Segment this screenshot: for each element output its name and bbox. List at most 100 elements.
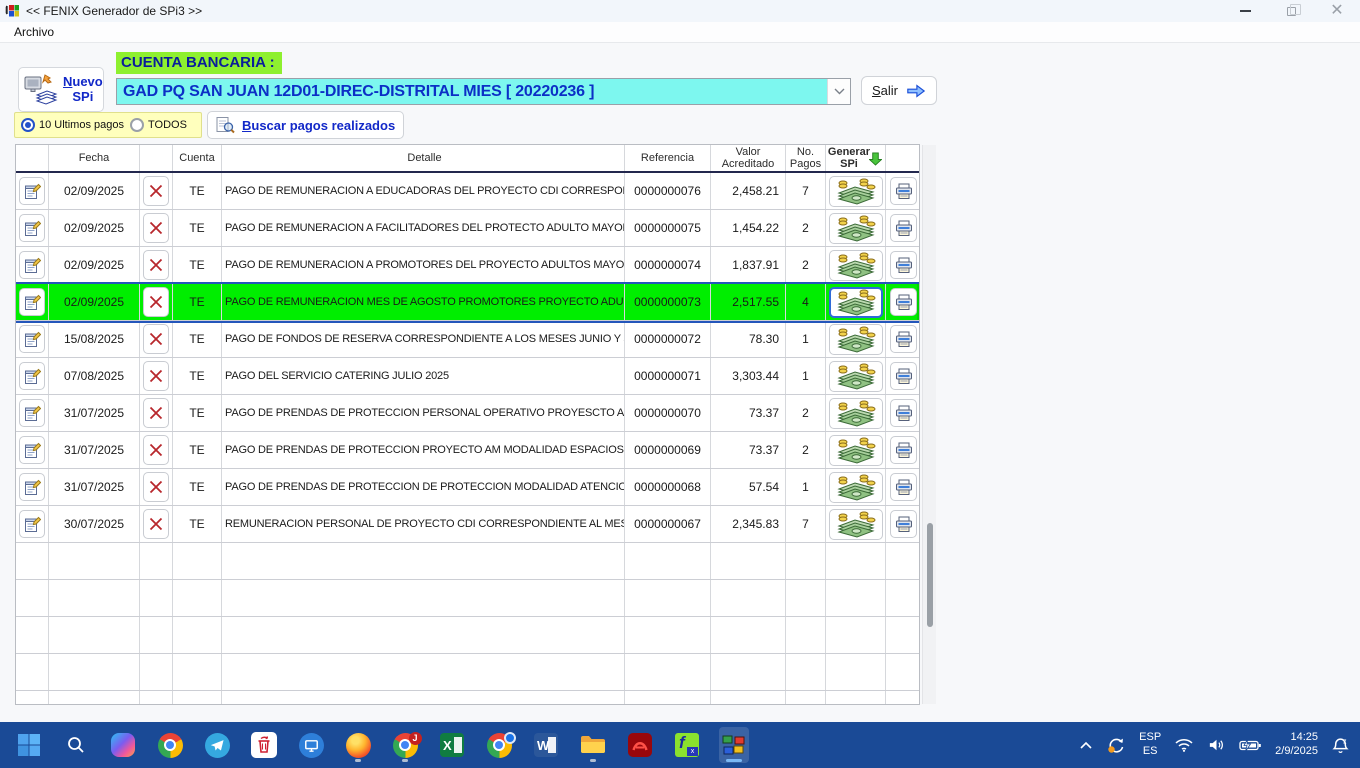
- print-cell: [886, 358, 920, 394]
- generar-spi-button[interactable]: [829, 435, 883, 466]
- table-row[interactable]: 31/07/2025 TEPAGO DE PRENDAS DE PROTECCI…: [16, 432, 919, 469]
- edit-payment-button[interactable]: [19, 288, 45, 316]
- buscar-pagos-button[interactable]: Buscar pagos realizados: [207, 111, 404, 139]
- table-row[interactable]: 31/07/2025 TEPAGO DE PRENDAS DE PROTECCI…: [16, 395, 919, 432]
- generar-spi-button[interactable]: [829, 176, 883, 207]
- taskbar-firefox[interactable]: [343, 727, 373, 763]
- battery-icon[interactable]: [1239, 739, 1262, 752]
- generar-spi-button[interactable]: [829, 398, 883, 429]
- cuenta-bancaria-select[interactable]: GAD PQ SAN JUAN 12D01-DIREC-DISTRITAL MI…: [116, 78, 851, 105]
- delete-payment-button[interactable]: [143, 324, 169, 354]
- print-payment-button[interactable]: [890, 399, 917, 427]
- generar-spi-button[interactable]: [829, 250, 883, 281]
- edit-payment-button[interactable]: [19, 473, 45, 501]
- radio-10-ultimos[interactable]: 10 Ultimos pagos: [21, 118, 124, 132]
- delete-payment-button[interactable]: [143, 176, 169, 206]
- print-payment-button[interactable]: [890, 288, 917, 316]
- table-row-selected[interactable]: 02/09/2025 TEPAGO DE REMUNERACION MES DE…: [16, 284, 919, 321]
- taskbar-chrome-profile-j[interactable]: J: [390, 727, 420, 763]
- minimize-button[interactable]: [1222, 0, 1268, 22]
- delete-payment-button[interactable]: [143, 287, 169, 317]
- empty-cell: [786, 543, 826, 579]
- edit-payment-button[interactable]: [19, 325, 45, 353]
- colored-blocks-icon: [721, 733, 747, 757]
- edit-payment-button[interactable]: [19, 399, 45, 427]
- empty-cell: [222, 543, 625, 579]
- delete-payment-button[interactable]: [143, 472, 169, 502]
- tray-sync-icon[interactable]: [1106, 735, 1126, 755]
- language-indicator[interactable]: ESPES: [1139, 731, 1161, 759]
- print-payment-button[interactable]: [890, 510, 917, 538]
- volume-icon[interactable]: [1207, 737, 1226, 753]
- salir-button[interactable]: Salir: [861, 76, 937, 105]
- table-row[interactable]: 30/07/2025 TEREMUNERACION PERSONAL DE PR…: [16, 506, 919, 543]
- table-row[interactable]: 02/09/2025 TEPAGO DE REMUNERACION A EDUC…: [16, 173, 919, 210]
- print-payment-button[interactable]: [890, 214, 917, 242]
- print-payment-button[interactable]: [890, 362, 917, 390]
- delete-payment-button[interactable]: [143, 250, 169, 280]
- generar-spi-button[interactable]: [829, 472, 883, 503]
- table-row[interactable]: 07/08/2025 TEPAGO DEL SERVICIO CATERING …: [16, 358, 919, 395]
- edit-payment-button[interactable]: [19, 510, 45, 538]
- edit-cell: [16, 210, 49, 246]
- start-button[interactable]: [14, 727, 44, 763]
- print-payment-button[interactable]: [890, 325, 917, 353]
- generar-spi-button[interactable]: [829, 213, 883, 244]
- delete-payment-button[interactable]: [143, 435, 169, 465]
- edit-payment-button[interactable]: [19, 251, 45, 279]
- taskbar-telegram[interactable]: [202, 727, 232, 763]
- taskbar-recycle-app[interactable]: [249, 727, 279, 763]
- empty-row: [16, 691, 919, 705]
- edit-payment-button[interactable]: [19, 362, 45, 390]
- print-payment-button[interactable]: [890, 251, 917, 279]
- generar-spi-button[interactable]: [829, 324, 883, 355]
- print-payment-button[interactable]: [890, 473, 917, 501]
- edit-payment-button[interactable]: [19, 214, 45, 242]
- maximize-button[interactable]: [1268, 0, 1314, 22]
- taskbar-word[interactable]: W: [531, 727, 561, 763]
- delete-payment-button[interactable]: [143, 213, 169, 243]
- table-row[interactable]: 31/07/2025 TEPAGO DE PRENDAS DE PROTECCI…: [16, 469, 919, 506]
- print-payment-button[interactable]: [890, 177, 917, 205]
- clock[interactable]: 14:25 2/9/2025: [1275, 731, 1318, 759]
- valor-cell: 1,837.91: [711, 247, 786, 283]
- delete-x-icon: [148, 405, 164, 421]
- close-button[interactable]: ✕: [1314, 0, 1360, 22]
- notification-bell-icon[interactable]: z: [1331, 736, 1350, 755]
- radio-todos[interactable]: TODOS: [130, 118, 187, 132]
- edit-payment-button[interactable]: [19, 436, 45, 464]
- header-generar-spi[interactable]: GenerarSPi: [826, 145, 886, 171]
- table-row[interactable]: 02/09/2025 TEPAGO DE REMUNERACION A PROM…: [16, 247, 919, 284]
- generar-spi-button[interactable]: [829, 361, 883, 392]
- valor-cell: 57.54: [711, 469, 786, 505]
- menu-archivo[interactable]: Archivo: [10, 24, 58, 40]
- delete-payment-button[interactable]: [143, 509, 169, 539]
- detalle-cell: PAGO DE REMUNERACION A FACILITADORES DEL…: [222, 210, 625, 246]
- delete-payment-button[interactable]: [143, 361, 169, 391]
- detalle-cell: PAGO DE REMUNERACION MES DE AGOSTO PROMO…: [222, 284, 625, 320]
- generar-spi-button[interactable]: [829, 287, 883, 318]
- taskbar-search[interactable]: [61, 727, 91, 763]
- nuevo-spi-button[interactable]: NuevoSPi: [18, 67, 104, 112]
- wifi-icon[interactable]: [1174, 738, 1194, 753]
- table-row[interactable]: 15/08/2025 TEPAGO DE FONDOS DE RESERVA C…: [16, 321, 919, 358]
- tray-chevron-up-icon[interactable]: [1079, 740, 1093, 750]
- taskbar-fenix-spi3-active[interactable]: [719, 727, 749, 763]
- table-scrollbar[interactable]: [922, 145, 936, 704]
- taskbar-file-explorer[interactable]: [578, 727, 608, 763]
- print-payment-button[interactable]: [890, 436, 917, 464]
- taskbar-excel[interactable]: X: [437, 727, 467, 763]
- empty-cell: [222, 617, 625, 653]
- taskbar-copilot[interactable]: [108, 727, 138, 763]
- table-row[interactable]: 02/09/2025 TEPAGO DE REMUNERACION A FACI…: [16, 210, 919, 247]
- taskbar-fenix-green[interactable]: fx: [672, 727, 702, 763]
- taskbar-chrome[interactable]: [155, 727, 185, 763]
- taskbar-acrobat[interactable]: [625, 727, 655, 763]
- scrollbar-thumb[interactable]: [927, 523, 933, 627]
- taskbar-monitor-app[interactable]: [296, 727, 326, 763]
- edit-payment-button[interactable]: [19, 177, 45, 205]
- generar-spi-button[interactable]: [829, 509, 883, 540]
- delete-payment-button[interactable]: [143, 398, 169, 428]
- chevron-down-icon[interactable]: [827, 79, 850, 104]
- taskbar-chrome-profile-2[interactable]: [484, 727, 514, 763]
